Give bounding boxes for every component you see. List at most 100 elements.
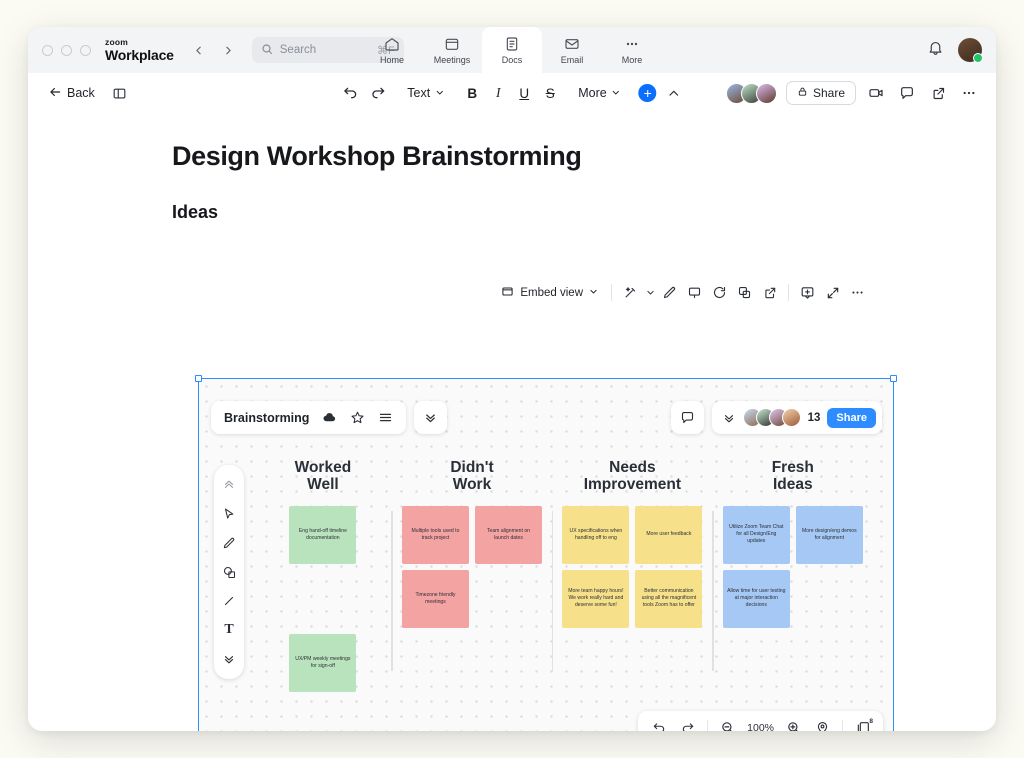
double-chevron-down-icon[interactable] [722,411,736,425]
comment-add-icon[interactable] [796,281,819,304]
sticky-note[interactable]: UX specifications when handling off to e… [562,506,629,564]
collaborator-avatar[interactable] [782,408,801,427]
back-button[interactable]: Back [44,82,99,105]
collaborator-avatar[interactable] [756,83,777,104]
video-camera-icon[interactable] [865,82,887,104]
bell-icon[interactable] [927,39,944,61]
resize-handle-top-left[interactable] [195,375,202,382]
italic-button[interactable]: I [488,85,508,101]
chevron-down-icon[interactable] [644,281,656,304]
comment-icon[interactable] [896,82,918,104]
zoom-level-label[interactable]: 100% [744,722,777,732]
hamburger-menu-icon[interactable] [378,410,393,425]
zoom-out-icon[interactable] [715,715,740,731]
sticky-note[interactable]: More team happy hours! We work really ha… [562,570,629,628]
divider [788,284,789,301]
embed-view-label: Embed view [520,287,583,299]
underline-button[interactable]: U [514,86,534,101]
sticky-note[interactable]: Better communication using all the magni… [635,570,702,628]
open-external-icon[interactable] [927,82,949,104]
collaborator-facepile[interactable] [726,83,777,104]
ellipsis-icon[interactable] [846,281,869,304]
minimize-window-button[interactable] [61,45,72,56]
column-notes: UX specifications when handling off to e… [552,506,712,628]
nav-back-button[interactable] [190,41,208,59]
expand-down-icon[interactable] [216,646,242,672]
embed-toolbar: Embed view [493,281,871,304]
redo-icon[interactable] [367,82,389,104]
present-icon[interactable] [683,281,706,304]
close-window-button[interactable] [42,45,53,56]
whiteboard-share-button[interactable]: Share [827,408,876,428]
whiteboard-collapse-button[interactable] [414,401,447,434]
tab-email[interactable]: Email [542,27,602,73]
retro-board-columns: Worked Well Eng hand-off timeline docume… [254,459,873,692]
ellipsis-icon [624,36,640,52]
chevron-up-icon[interactable] [663,82,685,104]
column-heading: Didn't Work [392,459,552,494]
magic-wand-icon[interactable] [619,281,642,304]
sticky-note[interactable]: More design/eng demos for alignment [796,506,863,564]
whiteboard-comment-button[interactable] [671,401,704,434]
frame-icon [501,285,514,301]
sticky-note[interactable]: Utilize Zoom Team Chat for all Design/En… [723,506,790,564]
text-icon[interactable]: T [216,617,242,643]
undo-icon[interactable] [339,82,361,104]
sticky-note[interactable]: Team alignment on launch dates [475,506,542,564]
tab-meetings[interactable]: Meetings [422,27,482,73]
star-icon[interactable] [350,410,365,425]
ellipsis-icon[interactable] [958,82,980,104]
share-button[interactable]: Share [786,81,856,105]
bold-button[interactable]: B [462,86,482,101]
line-icon[interactable] [216,588,242,614]
brand-workplace-label: Workplace [105,48,174,62]
pages-icon[interactable]: 8 [850,715,875,731]
whiteboard-header: Brainstorming [211,401,447,434]
panel-toggle-icon[interactable] [109,82,131,104]
more-format-dropdown[interactable]: More [574,83,624,103]
collapse-up-icon[interactable] [216,472,242,498]
arrow-left-icon [48,85,62,102]
sticky-note[interactable]: UX/PM weekly meetings for sign-off [289,634,356,692]
nav-forward-button[interactable] [220,41,238,59]
text-style-dropdown[interactable]: Text [403,83,448,103]
column-notes: Eng hand-off timeline documentation UX/P… [254,506,392,692]
zoom-in-icon[interactable] [781,715,806,731]
open-external-icon[interactable] [758,281,781,304]
resize-handle-top-right[interactable] [890,375,897,382]
sticky-note[interactable]: Allow time for user testing at major int… [723,570,790,628]
pencil-icon[interactable] [658,281,681,304]
sticky-note[interactable]: More user feedback [635,506,702,564]
redo-icon[interactable] [675,715,700,731]
document-content: Design Workshop Brainstorming Ideas [28,113,996,223]
shapes-icon[interactable] [216,559,242,585]
cursor-select-icon[interactable] [216,501,242,527]
refresh-icon[interactable] [708,281,731,304]
cloud-saved-icon [322,410,337,425]
avatar[interactable] [958,38,982,62]
undo-icon[interactable] [646,715,671,731]
pages-count: 8 [869,718,873,725]
whiteboard-title-bar: Brainstorming [211,401,406,434]
calendar-icon [444,36,460,52]
whiteboard-embed[interactable]: Brainstorming [198,378,894,731]
embed-view-dropdown[interactable]: Embed view [495,282,604,304]
tab-home[interactable]: Home [362,27,422,73]
board-column-worked-well: Worked Well Eng hand-off timeline docume… [254,459,392,692]
doc-toolbar-right: Share [726,81,980,105]
pen-icon[interactable] [216,530,242,556]
whiteboard-facepile[interactable] [743,408,801,427]
duplicate-icon[interactable] [733,281,756,304]
strikethrough-button[interactable]: S [540,86,560,101]
maximize-window-button[interactable] [80,45,91,56]
tab-more[interactable]: More [602,27,662,73]
sticky-note[interactable]: Timezone friendly meetings [402,570,469,628]
tab-docs[interactable]: Docs [482,27,542,73]
locate-pin-icon[interactable] [810,715,835,731]
plus-circle-icon[interactable]: + [639,84,657,102]
sticky-note[interactable]: Multiple tools used to track project [402,506,469,564]
window-controls[interactable] [42,45,91,56]
back-button-label: Back [67,86,95,100]
sticky-note[interactable]: Eng hand-off timeline documentation [289,506,356,564]
expand-icon[interactable] [821,281,844,304]
